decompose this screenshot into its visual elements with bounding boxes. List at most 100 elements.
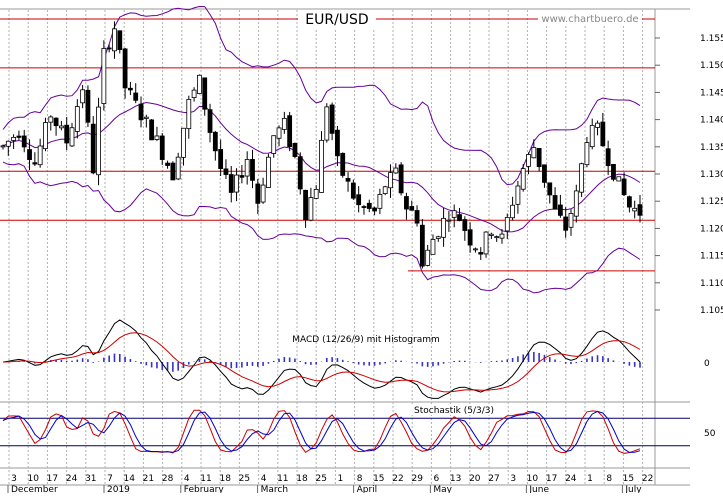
x-tick-label: 8 xyxy=(357,474,363,484)
candle-body xyxy=(64,124,70,144)
candle-body xyxy=(329,104,335,134)
x-tick-label: 4 xyxy=(184,474,190,484)
chart-svg: 1.155 1.150 1.145 1.140 1.135 1.130 1.125 1.120… xyxy=(0,0,723,495)
month-label: December xyxy=(11,485,58,493)
candle-body xyxy=(181,127,186,158)
y-tick-label: 1.150 xyxy=(700,61,723,71)
candle-body xyxy=(462,219,468,231)
x-tick-label: 27 xyxy=(488,474,499,484)
candle-body xyxy=(393,167,399,174)
month-label: April xyxy=(357,485,378,493)
candle-body xyxy=(510,204,516,219)
candle-body xyxy=(175,156,181,180)
candle-body xyxy=(223,168,229,175)
candle-body xyxy=(382,186,388,195)
candle-body xyxy=(127,87,133,91)
y-tick-label: 1.145 xyxy=(700,88,723,98)
candle-body xyxy=(159,135,165,160)
candle-body xyxy=(271,135,277,154)
candle-body xyxy=(255,183,261,204)
candle-body xyxy=(605,148,611,167)
candle-body xyxy=(563,216,569,231)
month-label: May xyxy=(433,485,452,493)
candle-body xyxy=(154,135,160,140)
candle-body xyxy=(473,248,478,251)
candle-body xyxy=(478,252,484,255)
candle-body xyxy=(186,98,192,130)
candle-body xyxy=(58,125,64,129)
candle-body xyxy=(488,233,494,236)
candle-body xyxy=(37,145,43,166)
candle-body xyxy=(616,176,622,182)
candle-body xyxy=(276,127,282,139)
x-tick-label: 14 xyxy=(123,474,135,484)
candle-body xyxy=(637,204,643,216)
candle-body xyxy=(303,189,308,221)
candle-body xyxy=(250,159,255,181)
candle-body xyxy=(165,162,170,166)
candle-body xyxy=(515,185,521,205)
candle-body xyxy=(266,156,271,188)
x-tick-label: 10 xyxy=(27,474,39,484)
candle-body xyxy=(106,47,112,50)
candle-body xyxy=(53,117,59,127)
candle-body xyxy=(90,123,96,174)
candle-body xyxy=(579,163,585,193)
candle-body xyxy=(595,122,600,128)
candle-body xyxy=(117,30,123,50)
candle-body xyxy=(611,163,616,180)
y-tick-label: 1.120 xyxy=(700,224,723,234)
candle-body xyxy=(626,196,632,208)
candle-body xyxy=(441,217,446,238)
candle-body xyxy=(96,106,101,176)
candle-body xyxy=(425,249,431,266)
y-tick-label: 1.110 xyxy=(700,279,723,289)
candle-body xyxy=(239,175,245,178)
y-tick-label: 1.140 xyxy=(700,116,723,126)
month-label: July xyxy=(624,485,642,493)
candle-body xyxy=(207,109,213,133)
candle-body xyxy=(451,210,457,218)
candle-body xyxy=(244,159,250,177)
candle-body xyxy=(446,219,452,222)
candle-body xyxy=(27,149,32,160)
month-label: 2019 xyxy=(107,485,130,493)
candle-body xyxy=(600,121,606,147)
candle-body xyxy=(404,196,409,210)
candle-body xyxy=(212,131,218,152)
x-tick-label: 21 xyxy=(143,474,154,484)
chart-title: EUR/USD xyxy=(305,12,368,28)
candle-body xyxy=(234,174,239,193)
chart-root: 1.155 1.150 1.145 1.140 1.135 1.130 1.125 1.120… xyxy=(0,0,723,495)
candle-body xyxy=(552,195,558,210)
x-tick-label: 20 xyxy=(469,474,481,484)
candle-body xyxy=(345,178,351,182)
candle-body xyxy=(350,182,356,199)
candle-body xyxy=(632,207,638,212)
month-label: March xyxy=(261,485,288,493)
candle-body xyxy=(340,152,346,176)
x-tick-label: 24 xyxy=(565,474,577,484)
x-tick-label: 1 xyxy=(587,474,593,484)
x-tick-label: 22 xyxy=(642,474,653,484)
candle-body xyxy=(281,117,287,130)
y-tick-label: 1.135 xyxy=(700,143,723,153)
candle-body xyxy=(16,135,22,138)
candle-body xyxy=(143,116,149,119)
candle-body xyxy=(228,174,234,193)
candle-body xyxy=(531,147,537,159)
x-tick-label: 25 xyxy=(315,474,326,484)
candle-body xyxy=(11,136,17,141)
candle-body xyxy=(547,182,553,196)
candle-body xyxy=(589,124,595,148)
candle-body xyxy=(557,204,563,216)
candle-body xyxy=(85,89,91,123)
macd-y-tick-label: 0 xyxy=(704,359,710,369)
candle-body xyxy=(43,122,48,150)
candle-body xyxy=(409,206,415,211)
candle-body xyxy=(584,142,590,166)
candle-body xyxy=(361,206,367,208)
candle-body xyxy=(457,214,462,222)
candle-body xyxy=(335,129,340,157)
y-tick-label: 1.155 xyxy=(700,34,723,44)
